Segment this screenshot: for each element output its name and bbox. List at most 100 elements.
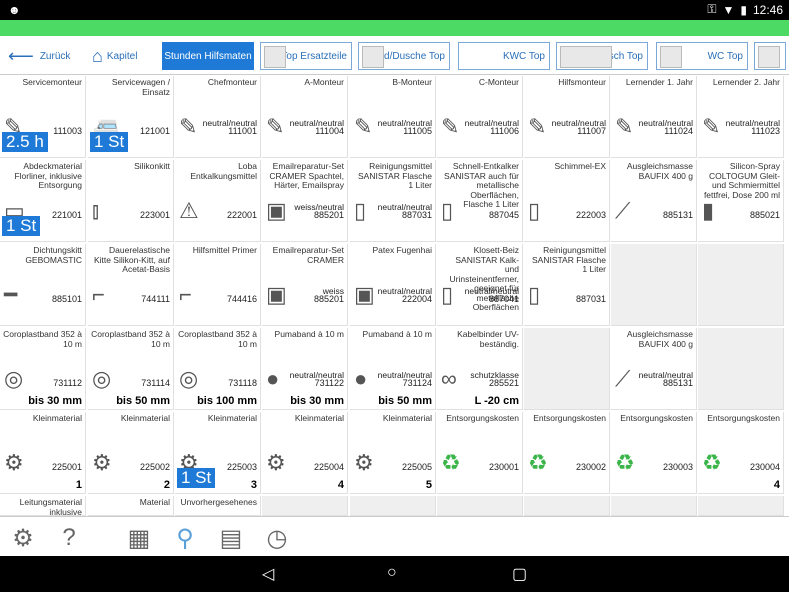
tile-title: Loba Entkalkungsmittel (190, 161, 257, 181)
product-tile[interactable]: ⚙ Kleinmaterial 225003 3 1 St (175, 412, 261, 494)
android-icon: ☻ (8, 3, 21, 17)
screw-icon[interactable]: ⚲ (170, 523, 200, 553)
product-tile[interactable]: ✎ C-Monteur neutral/neutral 111006 (437, 76, 523, 158)
product-tile[interactable]: ✎ Servicemonteur 111003 2.5 h (0, 76, 86, 158)
calculator-icon[interactable]: ▦ (124, 523, 154, 553)
product-tile[interactable]: ∞ Kabelbinder UV-beständig. schutzklasse 28… (437, 328, 523, 410)
back-button[interactable]: ⟵ Zurück (4, 42, 84, 70)
tab-wc-top[interactable]: WC Top (656, 42, 748, 70)
product-tile[interactable]: ◎ Coroplastband 352 à 10 m 731118 bis 100 m… (175, 328, 261, 410)
wifi-icon: ▼ (722, 2, 735, 17)
tile-article-number: 230002 (575, 462, 606, 472)
product-tile[interactable]: ⟋ Ausgleichsmasse BAUFIX 400 g neutral/neu… (611, 328, 697, 410)
product-tile[interactable]: ◎ Coroplastband 352 à 10 m 731112 bis 30 mm (0, 328, 86, 410)
product-tile[interactable]: Material (88, 496, 174, 516)
product-tile[interactable]: ▮ Silicon-Spray COLTOGUM Gleit- und Schmi… (698, 160, 784, 242)
product-tile[interactable]: ⌐ Hilfsmittel Primer 744416 (175, 244, 261, 326)
product-tile (437, 496, 523, 516)
product-tile[interactable]: ▣ Emailreparatur-Set CRAMER Spachtel, Här… (262, 160, 348, 242)
product-tile[interactable]: ✎ B-Monteur neutral/neutral 111005 (350, 76, 436, 158)
home-circle-icon[interactable]: ○ (387, 564, 397, 582)
tile-article-number: 222004 (401, 294, 432, 304)
product-tile[interactable]: ⚙ Kleinmaterial 225001 1 (0, 412, 86, 494)
gear-icon[interactable]: ⚙ (8, 523, 38, 553)
product-tile (698, 328, 784, 410)
tile-article-number: 221001 (51, 210, 82, 220)
tab-top-ersatzteile[interactable]: Top Ersatzteile (260, 42, 352, 70)
tile-article-number: 225002 (139, 462, 170, 472)
product-tile[interactable]: ♻ Entsorgungskosten 230001 (437, 412, 523, 494)
recents-square-icon[interactable]: ▢ (512, 564, 527, 584)
tape-roll-icon: ◎ (179, 366, 199, 391)
product-tile[interactable]: ▭ Abdeckmaterial Florliner, inklusive Ent… (0, 160, 86, 242)
screws-icon: ⚙ (4, 450, 24, 475)
product-tile[interactable]: Unvorhergesehenes (175, 496, 261, 516)
product-tile[interactable]: ⫾ Silikonkitt 223001 (88, 160, 174, 242)
tile-title: Unvorhergesehenes (180, 497, 257, 507)
tile-size-label: bis 50 mm (116, 395, 170, 407)
tab-kwc-top[interactable]: KWC Top (458, 42, 550, 70)
tab-label: Stunden Hilfsmaten (164, 50, 252, 62)
product-tile[interactable]: ♻ Entsorgungskosten 230003 (611, 412, 697, 494)
tile-title: Kleinmaterial (294, 413, 344, 423)
product-tile[interactable]: ▯ Schnell-Entkalker SANISTAR auch für met… (437, 160, 523, 242)
product-tile[interactable]: ⚙ Kleinmaterial 225002 2 (88, 412, 174, 494)
tile-article-number: 887045 (488, 210, 519, 220)
tape-roll-icon: ◎ (92, 366, 112, 391)
product-tile (262, 496, 348, 516)
product-tile[interactable]: ▣ Patex Fugenhai neutral/neutral 222004 (350, 244, 436, 326)
tile-article-number: 744111 (141, 294, 170, 304)
tile-article-number: 222003 (575, 210, 606, 220)
tile-article-number: 887031 (401, 210, 432, 220)
product-tile[interactable]: ⌐ Dauerelastische Kitte Silikon-Kitt, auf… (88, 244, 174, 326)
tab-bad-dusche-top[interactable]: Bad/Dusche Top (358, 42, 450, 70)
product-tile[interactable]: ▯ Schimmel-EX 222003 (524, 160, 610, 242)
product-tile[interactable]: ▯ Reinigungsmittel SANISTAR Flasche 1 Lit… (350, 160, 436, 242)
product-tile[interactable]: ✎ Hilfsmonteur neutral/neutral 111007 (524, 76, 610, 158)
product-tile[interactable]: Leitungsmaterial inklusive (0, 496, 86, 516)
product-tile[interactable]: ▯ Klosett-Beiz SANISTAR Kalk- und Urinste… (437, 244, 523, 326)
product-tile[interactable]: ♻ Entsorgungskosten 230004 4 (698, 412, 784, 494)
product-tile[interactable]: ✎ A-Monteur neutral/neutral 111004 (262, 76, 348, 158)
product-tile[interactable]: ━ Dichtungskitt GEBOMASTIC 885101 (0, 244, 86, 326)
product-tile[interactable]: ● Pumaband à 10 m neutral/neutral 731124 bis… (350, 328, 436, 410)
status-bar: ☻ ⚿ ▼ ▮ 12:46 (0, 0, 789, 20)
tile-title: Servicewagen / Einsatz (111, 77, 170, 97)
product-tile[interactable]: ▯ Reinigungsmittel SANISTAR Flasche 1 Lit… (524, 244, 610, 326)
tile-title: Material (139, 497, 170, 507)
product-grid: ✎ Servicemonteur 111003 2.5 h 🚐 Servicewagen … (0, 76, 789, 516)
app-header-bar (0, 20, 789, 36)
clock-icon[interactable]: ◷ (262, 523, 292, 553)
help-icon[interactable]: ? (54, 523, 84, 553)
tile-title: B-Monteur (392, 77, 432, 87)
product-tile[interactable]: ⚠ Loba Entkalkungsmittel 222001 (175, 160, 261, 242)
chapter-button[interactable]: ⌂ Kapitel (88, 42, 160, 70)
product-tile[interactable]: ⚙ Kleinmaterial 225005 5 (350, 412, 436, 494)
tile-article-number: 744416 (226, 294, 257, 304)
tile-article-number: 111024 (664, 126, 693, 136)
clipboard-icon[interactable]: ▤ (216, 523, 246, 553)
tab-label: WC Top (707, 50, 743, 62)
product-tile[interactable]: ♻ Entsorgungskosten 230002 (524, 412, 610, 494)
product-tile[interactable]: ● Pumaband à 10 m neutral/neutral 731122 bis… (262, 328, 348, 410)
tile-size-label: L -20 cm (474, 395, 519, 407)
product-tile[interactable]: ✎ Lernender 1. Jahr neutral/neutral 111024 (611, 76, 697, 158)
tile-size-label: bis 30 mm (290, 395, 344, 407)
tile-article-number: 225004 (313, 462, 344, 472)
product-tile[interactable]: ✎ Lernender 2. Jahr neutral/neutral 111023 (698, 76, 784, 158)
recycle-icon: ♻ (441, 450, 461, 475)
tab-stunden-hilfsmaten[interactable]: Stunden Hilfsmaten (162, 42, 254, 70)
tile-size-label: bis 100 mm (197, 395, 257, 407)
product-tile[interactable]: 🚐 Servicewagen / Einsatz 121001 1 St (88, 76, 174, 158)
product-tile[interactable]: ✎ Chefmonteur neutral/neutral 111001 (175, 76, 261, 158)
tile-article-number: 230003 (662, 462, 693, 472)
tab-waschtisch-top[interactable]: Waschtisch Top (556, 42, 648, 70)
product-tile[interactable]: ⚙ Kleinmaterial 225004 4 (262, 412, 348, 494)
back-triangle-icon[interactable]: ◁ (262, 564, 274, 584)
tab-more[interactable] (754, 42, 786, 70)
product-tile[interactable]: ▣ Emailreparatur-Set CRAMER weiss 885201 (262, 244, 348, 326)
tile-article-number: 230004 (749, 462, 780, 472)
product-tile[interactable]: ⟋ Ausgleichsmasse BAUFIX 400 g 885131 (611, 160, 697, 242)
product-tile (524, 328, 610, 410)
product-tile[interactable]: ◎ Coroplastband 352 à 10 m 731114 bis 50 mm (88, 328, 174, 410)
